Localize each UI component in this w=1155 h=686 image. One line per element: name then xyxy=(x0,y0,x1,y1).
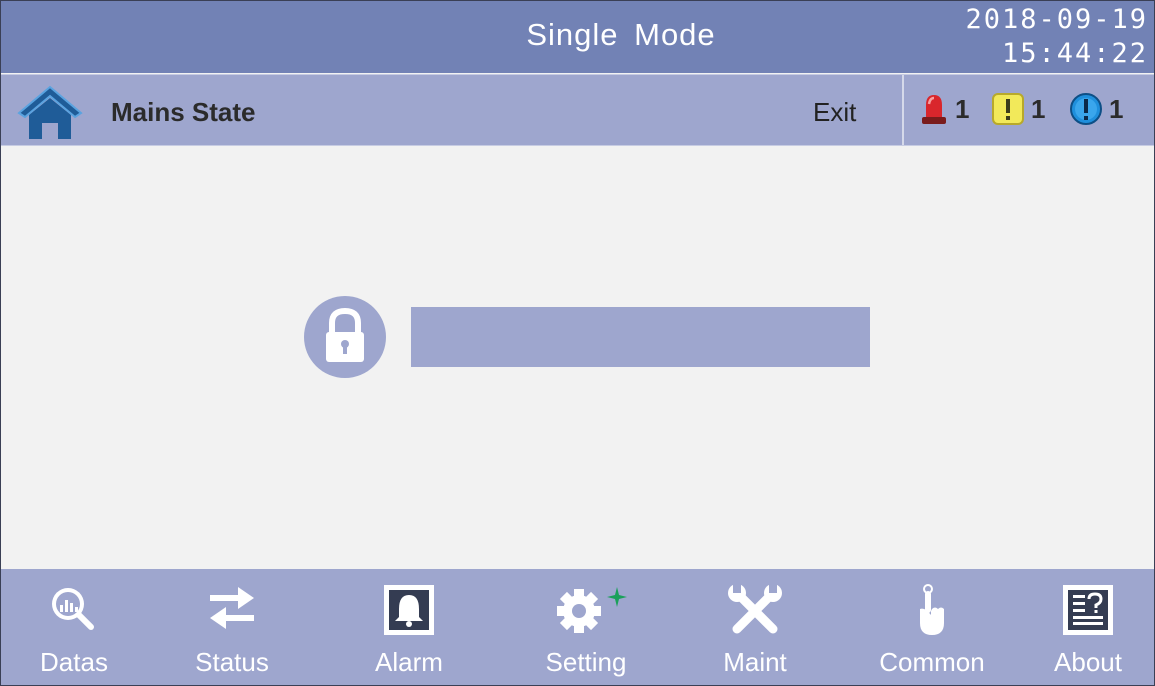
home-icon xyxy=(17,85,83,139)
critical-alarm-count: 1 xyxy=(955,93,970,124)
data-magnifier-icon xyxy=(52,588,94,630)
time-text: 15:44:22 xyxy=(1001,38,1148,69)
nav-label: Status xyxy=(195,647,269,677)
nav-setting[interactable]: Setting xyxy=(521,569,651,685)
about-document-icon xyxy=(1063,585,1113,635)
title-bar: Single Mode 2018-09-19 15:44:22 xyxy=(1,1,1154,73)
nav-datas[interactable]: Datas xyxy=(9,569,139,685)
date-text: 2018-09-19 xyxy=(965,4,1148,35)
bell-icon xyxy=(384,585,434,635)
warning-alarm-indicator[interactable]: 1 xyxy=(991,89,1045,129)
nav-label: Common xyxy=(879,647,985,677)
divider xyxy=(902,75,904,145)
nav-label: Setting xyxy=(545,647,627,677)
lock-icon xyxy=(304,296,386,378)
datetime-display: 2018-09-19 15:44:22 xyxy=(965,3,1148,71)
exit-button[interactable]: Exit xyxy=(813,97,856,128)
critical-alarm-indicator[interactable]: 1 xyxy=(919,89,969,129)
page-name: Mains State xyxy=(111,97,256,127)
home-button[interactable] xyxy=(15,83,85,139)
screen: Single Mode 2018-09-19 15:44:22 Mains St… xyxy=(0,0,1155,686)
nav-common[interactable]: Common xyxy=(867,569,997,685)
bottom-nav: Datas Status Alarm Setting Maint Common … xyxy=(1,569,1154,685)
sub-bar: Mains State Exit 1 1 1 xyxy=(1,74,1154,146)
warning-icon xyxy=(992,93,1024,125)
gear-icon xyxy=(557,587,628,633)
info-alarm-indicator[interactable]: 1 xyxy=(1069,89,1123,129)
nav-label: Datas xyxy=(40,647,108,677)
tools-icon xyxy=(728,583,782,634)
siren-icon xyxy=(922,95,946,124)
password-input[interactable] xyxy=(411,307,870,367)
info-alarm-count: 1 xyxy=(1109,93,1124,124)
warning-alarm-count: 1 xyxy=(1031,93,1046,124)
nav-alarm[interactable]: Alarm xyxy=(344,569,474,685)
nav-maint[interactable]: Maint xyxy=(690,569,820,685)
nav-status[interactable]: Status xyxy=(167,569,297,685)
hand-pointer-icon xyxy=(920,584,944,635)
swap-arrows-icon xyxy=(210,587,254,629)
info-icon xyxy=(1070,93,1102,125)
nav-label: Maint xyxy=(723,647,787,677)
nav-label: Alarm xyxy=(375,647,443,677)
nav-label: About xyxy=(1054,647,1122,677)
nav-about[interactable]: About xyxy=(1023,569,1153,685)
